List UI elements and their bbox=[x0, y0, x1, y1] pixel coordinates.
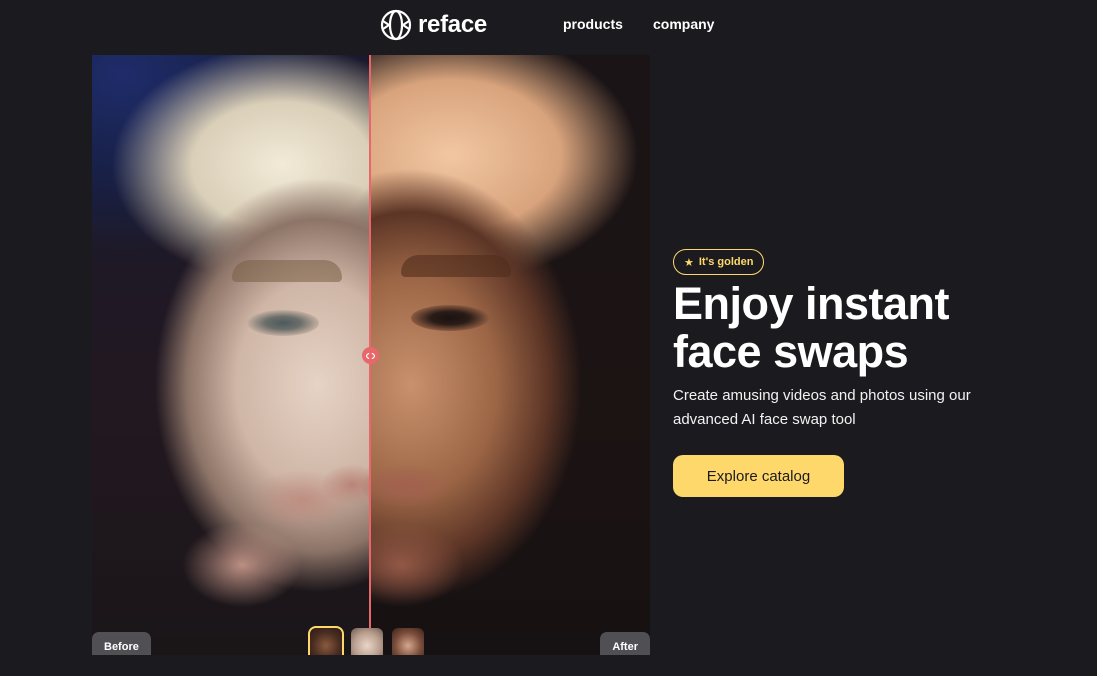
top-nav: reface products company bbox=[0, 0, 1097, 50]
before-after-comparison[interactable]: Before After bbox=[92, 55, 650, 655]
before-label: Before bbox=[92, 632, 151, 655]
before-eye bbox=[247, 310, 319, 336]
face-thumbnails bbox=[308, 626, 424, 655]
face-thumb-2[interactable] bbox=[351, 628, 383, 655]
slider-arrows-icon bbox=[366, 352, 375, 359]
face-thumb-1[interactable] bbox=[308, 626, 344, 655]
headline-line-1: Enjoy instant bbox=[673, 278, 950, 329]
reface-logo-icon bbox=[380, 9, 412, 41]
hero-headline: Enjoy instant face swaps bbox=[673, 280, 1093, 376]
page: reface products company Before After ★ I… bbox=[0, 0, 1097, 676]
after-lips bbox=[361, 465, 451, 507]
face-thumb-3[interactable] bbox=[392, 628, 424, 655]
nav-company[interactable]: company bbox=[653, 16, 714, 32]
golden-badge: ★ It's golden bbox=[673, 249, 765, 275]
after-image bbox=[361, 55, 650, 655]
after-label: After bbox=[600, 632, 650, 655]
explore-catalog-button[interactable]: Explore catalog bbox=[673, 455, 844, 497]
badge-text: It's golden bbox=[698, 256, 754, 268]
star-icon: ★ bbox=[684, 256, 694, 269]
before-image bbox=[92, 55, 382, 655]
before-brow bbox=[232, 260, 342, 282]
hero-subtext: Create amusing videos and photos using o… bbox=[673, 387, 971, 428]
arrows-left-right-icon[interactable] bbox=[362, 347, 379, 364]
after-eye bbox=[411, 305, 489, 331]
logo-text: reface bbox=[418, 11, 487, 38]
reface-logo[interactable]: reface bbox=[380, 9, 487, 41]
nav-products[interactable]: products bbox=[563, 16, 623, 32]
after-brow bbox=[401, 255, 511, 277]
headline-line-2: face swaps bbox=[673, 326, 909, 377]
